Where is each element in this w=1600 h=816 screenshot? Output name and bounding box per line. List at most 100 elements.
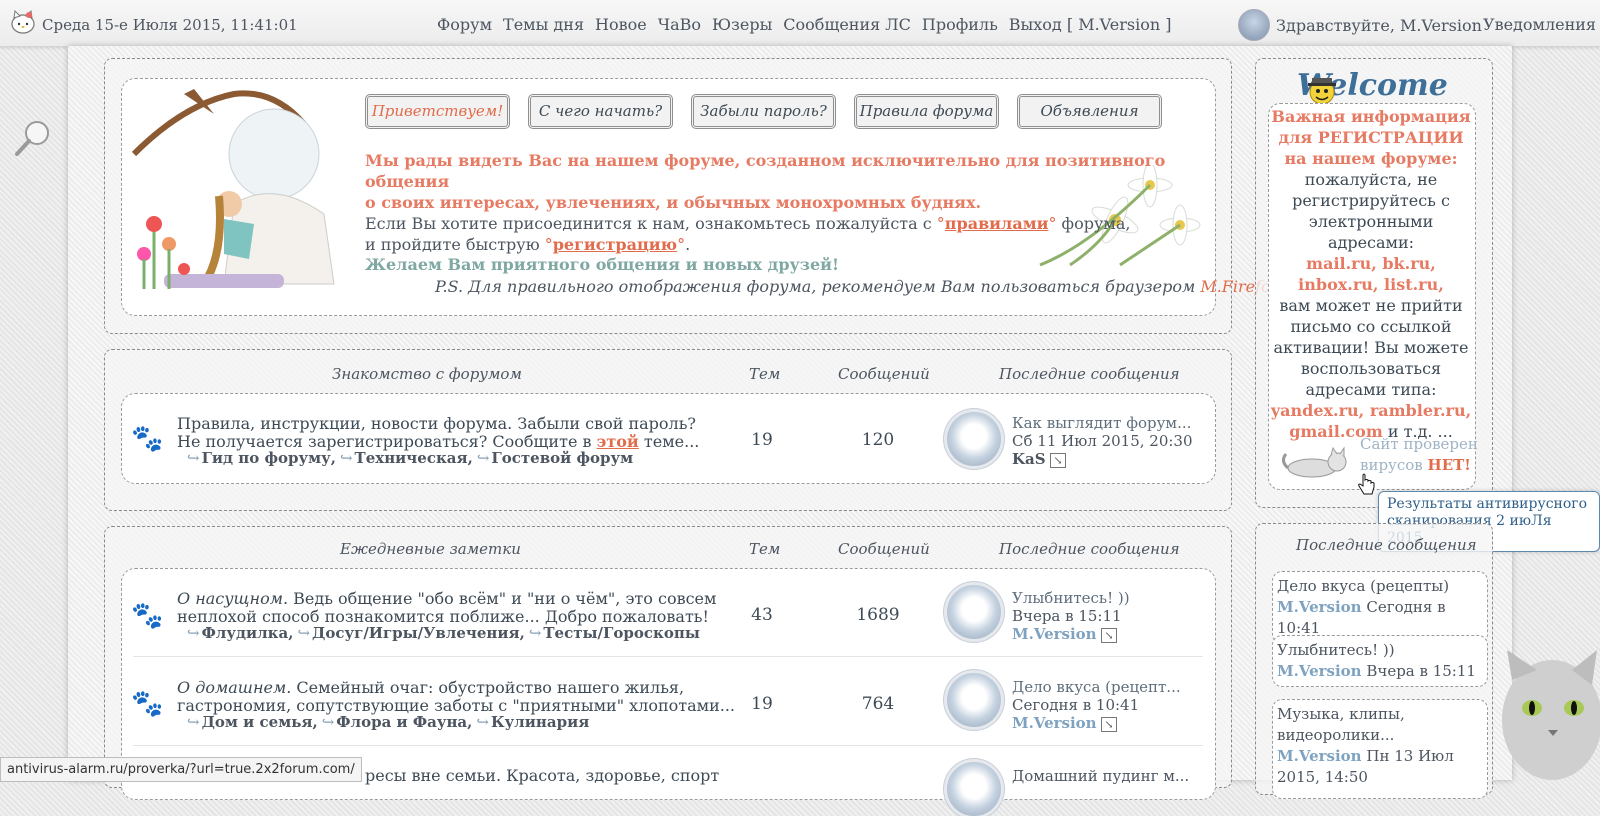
nav-faq[interactable]: ЧаВо xyxy=(658,15,701,34)
girl-illustration-icon xyxy=(131,89,335,289)
last-post-title[interactable]: Улыбнитесь! )) xyxy=(1012,589,1130,607)
subforum-cooking[interactable]: Кулинария xyxy=(476,713,589,731)
last-post-topic[interactable]: Улыбнитесь! )) xyxy=(1277,640,1483,661)
subforum-home-family[interactable]: Дом и семья, xyxy=(187,713,318,731)
main-nav: Форум Темы дня Новое ЧаВо Юзеры Сообщени… xyxy=(437,15,1171,34)
topics-count: 43 xyxy=(751,605,773,625)
section-title[interactable]: Ежедневные заметки xyxy=(340,540,521,558)
registration-info: Важная информация для РЕГИСТРАЦИИ на наш… xyxy=(1268,106,1474,442)
virus-none: НЕТ! xyxy=(1427,456,1471,474)
last-post-title[interactable]: Как выглядит форум... xyxy=(1012,414,1193,432)
last-post-user[interactable]: M.Version xyxy=(1277,598,1362,616)
nav-users[interactable]: Юзеры xyxy=(712,15,772,34)
last-post-user[interactable]: KaS xyxy=(1012,450,1046,468)
forum-lead: О насущном. xyxy=(177,589,289,608)
list-item[interactable]: Улыбнитесь! )) M.Version Вчера в 15:11 xyxy=(1272,635,1488,687)
list-item[interactable]: Дело вкуса (рецепты) M.Version Сегодня в… xyxy=(1272,571,1488,644)
posts-count: 120 xyxy=(861,430,895,450)
ps-text: P.S. Для правильного отображения форума,… xyxy=(435,277,1201,296)
forum-description[interactable]: Правила, инструкции, новости форума. Заб… xyxy=(177,415,717,451)
forum-description[interactable]: О насущном. Ведь общение "обо всём" и "н… xyxy=(177,590,737,626)
last-post-user[interactable]: M.Version xyxy=(1277,662,1362,680)
subforums: Флудилка, Досуг/Игры/Увлечения, Тесты/Го… xyxy=(187,624,700,642)
forum-desc-line2-end: теме... xyxy=(638,432,700,451)
welcome-headline: Мы рады видеть Вас на нашем форуме, созд… xyxy=(365,150,1205,213)
subforum-leisure[interactable]: Досуг/Игры/Увлечения, xyxy=(297,624,525,642)
goto-post-icon[interactable]: ↘ xyxy=(1101,717,1117,732)
tab-getting-started[interactable]: С чего начать? xyxy=(528,94,673,129)
last-post-title[interactable]: Дело вкуса (рецепт... xyxy=(1012,678,1181,696)
posts-count: 764 xyxy=(861,694,895,714)
welcome-wish: Желаем Вам приятного общения и новых дру… xyxy=(365,255,840,274)
body1-text-end: форума, xyxy=(1056,214,1131,233)
paw-icon: 🐾 xyxy=(131,424,164,454)
tab-announcements[interactable]: Объявления xyxy=(1017,94,1162,129)
nav-logout[interactable]: Выход [ M.Version ] xyxy=(1009,15,1172,34)
subforum-technical[interactable]: Техническая, xyxy=(340,449,473,467)
user-greeting[interactable]: Здравствуйте, M.Version xyxy=(1238,9,1482,41)
last-post: Улыбнитесь! )) Вчера в 15:11 M.Version ↘ xyxy=(1012,589,1130,645)
last-post-topic[interactable]: Музыка, клипы, видеоролики... xyxy=(1277,704,1483,746)
last-post-user[interactable]: M.Version xyxy=(1277,747,1362,765)
subforum-tests[interactable]: Тесты/Гороскопы xyxy=(529,624,700,642)
last-post-date: Вчера в 15:11 xyxy=(1012,607,1122,625)
last-post-topic[interactable]: Дело вкуса (рецепты) xyxy=(1277,576,1483,597)
smiley-icon xyxy=(1308,78,1336,105)
nav-profile[interactable]: Профиль xyxy=(922,15,998,34)
forum-description[interactable]: ресы вне семьи. Красота, здоровье, спорт xyxy=(365,767,905,785)
col-topics-header: Тем xyxy=(749,365,781,383)
nav-forum[interactable]: Форум xyxy=(437,15,492,34)
topics-count: 19 xyxy=(751,694,773,714)
tab-greeting[interactable]: Приветствуем! xyxy=(365,94,510,129)
subforum-flood[interactable]: Флудилка, xyxy=(187,624,294,642)
virus-line1: Сайт проверен xyxy=(1360,435,1478,453)
hello-kitty-logo-icon[interactable] xyxy=(9,8,37,36)
info-text-2: вам может не прийти письмо со ссылкой ак… xyxy=(1273,296,1469,399)
goto-post-icon[interactable]: ↘ xyxy=(1050,453,1066,468)
greeting-text: Здравствуйте, M.Version xyxy=(1276,15,1482,35)
paw-icon: 🐾 xyxy=(131,689,164,719)
avatar[interactable] xyxy=(947,673,1001,727)
body1-text: Если Вы хотите присоединится к нам, озна… xyxy=(365,214,937,233)
subforum-guestbook[interactable]: Гостевой форум xyxy=(477,449,633,467)
forum-description[interactable]: О домашнем. Семейный очаг: обустройство … xyxy=(177,679,737,715)
forum-desc-line1: Правила, инструкции, новости форума. Заб… xyxy=(177,414,697,433)
posts-count: 1689 xyxy=(856,605,900,625)
nav-private-messages[interactable]: Сообщения ЛС xyxy=(783,15,911,34)
nav-topics-of-day[interactable]: Темы дня xyxy=(503,15,584,34)
last-post-user[interactable]: M.Version xyxy=(1012,714,1097,732)
antivirus-badge[interactable]: Сайт проверен вирусов НЕТ! xyxy=(1360,434,1478,476)
tab-forum-rules[interactable]: Правила форума xyxy=(854,94,999,129)
info-domains-bad: mail.ru, bk.ru, inbox.ru, list.ru, xyxy=(1298,254,1444,294)
avatar[interactable] xyxy=(947,585,1001,639)
welcome-ps: P.S. Для правильного отображения форума,… xyxy=(435,277,1285,296)
subforum-guide[interactable]: Гид по форуму, xyxy=(187,449,336,467)
welcome-headline-line1: Мы рады видеть Вас на нашем форуме, созд… xyxy=(365,151,1166,191)
row-divider xyxy=(133,745,1203,746)
avatar[interactable] xyxy=(947,762,1001,816)
subforums: Гид по форуму, Техническая, Гостевой фор… xyxy=(187,449,634,467)
rules-link[interactable]: правилами xyxy=(945,214,1049,233)
paw-icon: 🐾 xyxy=(131,601,164,631)
cat-face-icon xyxy=(1502,650,1600,780)
registration-link[interactable]: регистрацию xyxy=(553,235,677,254)
section-title[interactable]: Знакомство с форумом xyxy=(332,365,522,383)
current-datetime: Среда 15-е Июля 2015, 11:41:01 xyxy=(42,16,298,34)
avatar[interactable] xyxy=(947,412,1001,466)
last-posts-title: Последние сообщения xyxy=(1296,536,1477,554)
tab-forgot-password[interactable]: Забыли пароль? xyxy=(691,94,836,129)
subforum-flora-fauna[interactable]: Флора и Фауна, xyxy=(322,713,472,731)
magnifier-icon[interactable] xyxy=(14,118,52,158)
forum-lead: О домашнем. xyxy=(177,678,292,697)
goto-post-icon[interactable]: ↘ xyxy=(1101,628,1117,643)
avatar[interactable] xyxy=(1238,9,1270,41)
last-post-title[interactable]: Домашний пудинг м... xyxy=(1012,767,1189,785)
body2-text: и пройдите быструю xyxy=(365,235,545,254)
browser-status-bar: antivirus-alarm.ru/proverka/?url=true.2x… xyxy=(0,757,362,782)
top-bar: Среда 15-е Июля 2015, 11:41:01 Форум Тем… xyxy=(0,0,1600,47)
last-post-user[interactable]: M.Version xyxy=(1012,625,1097,643)
list-item[interactable]: Музыка, клипы, видеоролики... M.Version … xyxy=(1272,699,1488,799)
notifications-link[interactable]: Уведомления xyxy=(1483,15,1596,34)
nav-new[interactable]: Новое xyxy=(595,15,647,34)
hand-cursor-icon xyxy=(1358,473,1375,495)
